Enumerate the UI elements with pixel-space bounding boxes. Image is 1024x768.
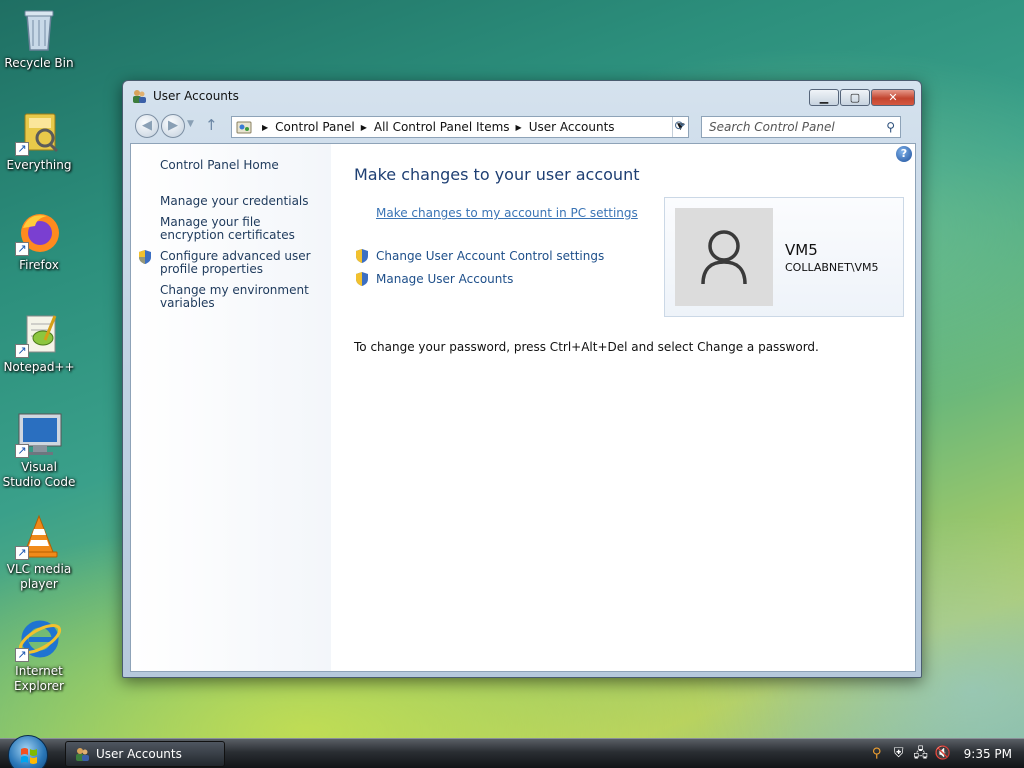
help-icon[interactable]: ? [896, 146, 912, 162]
control-panel-icon [236, 119, 252, 135]
breadcrumb-separator-icon: ▶ [360, 122, 367, 132]
page-heading: Make changes to your user account [354, 165, 640, 184]
file-encryption-link[interactable]: Manage your file encryption certificates [160, 216, 320, 242]
taskbar-button-user-accounts[interactable]: User Accounts [65, 741, 225, 767]
user-card: VM5 COLLABNET\VM5 [664, 197, 904, 317]
desktop-icon-vlc[interactable]: ↗ VLC media player [2, 512, 76, 592]
volume-muted-icon[interactable]: 🔇 [934, 745, 952, 763]
breadcrumb-separator-icon: ▶ [262, 122, 269, 132]
firefox-icon: ↗ [15, 208, 63, 256]
desktop-icon-everything[interactable]: ↗ Everything [2, 108, 76, 173]
navigation-bar: ◀ ▶ ▼ ↑ ▶ Control Panel ▶ All Control Pa… [131, 114, 913, 140]
desktop-icon-firefox[interactable]: ↗ Firefox [2, 208, 76, 273]
shortcut-arrow-icon: ↗ [15, 648, 29, 662]
breadcrumb-separator-icon: ▶ [515, 122, 522, 132]
password-instruction: To change your password, press Ctrl+Alt+… [354, 340, 819, 354]
shortcut-arrow-icon: ↗ [15, 444, 29, 458]
title-bar[interactable]: User Accounts ▁ ▢ ✕ [123, 81, 921, 111]
forward-arrow-icon[interactable]: ▶ [161, 114, 185, 138]
monitor-icon: ↗ [15, 410, 63, 458]
content-area: Control Panel Home Manage your credentia… [130, 143, 916, 672]
uac-shield-icon [354, 271, 370, 287]
advanced-profile-properties-link[interactable]: Configure advanced user profile properti… [160, 250, 320, 276]
clock[interactable]: 9:35 PM [964, 747, 1012, 761]
left-pane: Control Panel Home Manage your credentia… [131, 144, 331, 671]
shortcut-arrow-icon: ↗ [15, 546, 29, 560]
search-box[interactable]: Search Control Panel ⚲ [701, 116, 901, 138]
uac-shield-icon [354, 248, 370, 264]
address-bar[interactable]: ▶ Control Panel ▶ All Control Panel Item… [231, 116, 689, 138]
user-accounts-icon [131, 88, 147, 104]
refresh-icon[interactable]: ⟳ [669, 116, 691, 138]
desktop-icon-vscode[interactable]: ↗ Visual Studio Code [2, 410, 76, 490]
uac-settings-link[interactable]: Change User Account Control settings [376, 249, 604, 263]
breadcrumb-control-panel[interactable]: Control Panel [275, 120, 355, 134]
user-accounts-window: User Accounts ▁ ▢ ✕ ◀ ▶ ▼ ↑ ▶ Control Pa… [122, 80, 922, 678]
close-button[interactable]: ✕ [871, 89, 915, 106]
start-button[interactable] [8, 735, 48, 768]
desktop-icon-label: Internet Explorer [14, 664, 64, 693]
environment-variables-link[interactable]: Change my environment variables [160, 284, 320, 310]
shortcut-arrow-icon: ↗ [15, 344, 29, 358]
avatar [675, 208, 773, 306]
desktop-icon-notepad-plus-plus[interactable]: ↗ Notepad++ [2, 310, 76, 375]
uac-shield-icon [137, 249, 153, 265]
user-accounts-icon [74, 746, 90, 768]
manage-credentials-link[interactable]: Manage your credentials [160, 195, 320, 208]
search-placeholder: Search Control Panel [709, 120, 835, 134]
search-tray-icon[interactable]: ⚲ [868, 745, 886, 763]
taskbar: User Accounts ⚲ ⛨ 🖧 🔇 9:35 PM [0, 735, 1024, 768]
desktop-icon-label: Visual Studio Code [2, 460, 76, 489]
security-shield-icon[interactable]: ⛨ [890, 745, 908, 763]
network-icon[interactable]: 🖧 [912, 745, 930, 763]
system-tray: ⚲ ⛨ 🖧 🔇 9:35 PM [866, 739, 1024, 768]
manage-user-accounts-link[interactable]: Manage User Accounts [376, 272, 513, 286]
notepad-plus-plus-icon: ↗ [15, 310, 63, 358]
control-panel-home-link[interactable]: Control Panel Home [160, 159, 320, 172]
window-title: User Accounts [153, 89, 239, 103]
recent-pages-chevron-icon[interactable]: ▼ [187, 119, 194, 129]
desktop-icon-label: Notepad++ [3, 360, 75, 374]
search-icon[interactable]: ⚲ [886, 117, 895, 137]
desktop-icon-label: Firefox [19, 258, 59, 272]
desktop-icon-internet-explorer[interactable]: ↗ Internet Explorer [2, 614, 76, 694]
user-name: VM5 [785, 241, 818, 259]
shortcut-arrow-icon: ↗ [15, 242, 29, 256]
user-domain-name: COLLABNET\VM5 [785, 261, 879, 274]
vlc-cone-icon: ↗ [15, 512, 63, 560]
windows-logo-icon [21, 748, 37, 764]
recycle-bin-icon [15, 6, 63, 54]
back-arrow-icon[interactable]: ◀ [135, 114, 159, 138]
up-arrow-icon[interactable]: ↑ [205, 116, 218, 134]
desktop-icon-recycle-bin[interactable]: Recycle Bin [2, 6, 76, 71]
desktop-icon-label: Everything [6, 158, 72, 172]
pc-settings-link[interactable]: Make changes to my account in PC setting… [376, 206, 638, 220]
taskbar-button-label: User Accounts [96, 747, 182, 761]
desktop-icon-label: VLC media player [6, 562, 72, 591]
breadcrumb-user-accounts[interactable]: User Accounts [529, 120, 615, 134]
maximize-button[interactable]: ▢ [840, 89, 870, 106]
breadcrumb-all-items[interactable]: All Control Panel Items [374, 120, 510, 134]
main-pane: ? Make changes to your user account Make… [331, 144, 915, 671]
everything-icon: ↗ [15, 108, 63, 156]
desktop-icon-label: Recycle Bin [4, 56, 74, 70]
minimize-button[interactable]: ▁ [809, 89, 839, 106]
internet-explorer-icon: ↗ [15, 614, 63, 662]
shortcut-arrow-icon: ↗ [15, 142, 29, 156]
